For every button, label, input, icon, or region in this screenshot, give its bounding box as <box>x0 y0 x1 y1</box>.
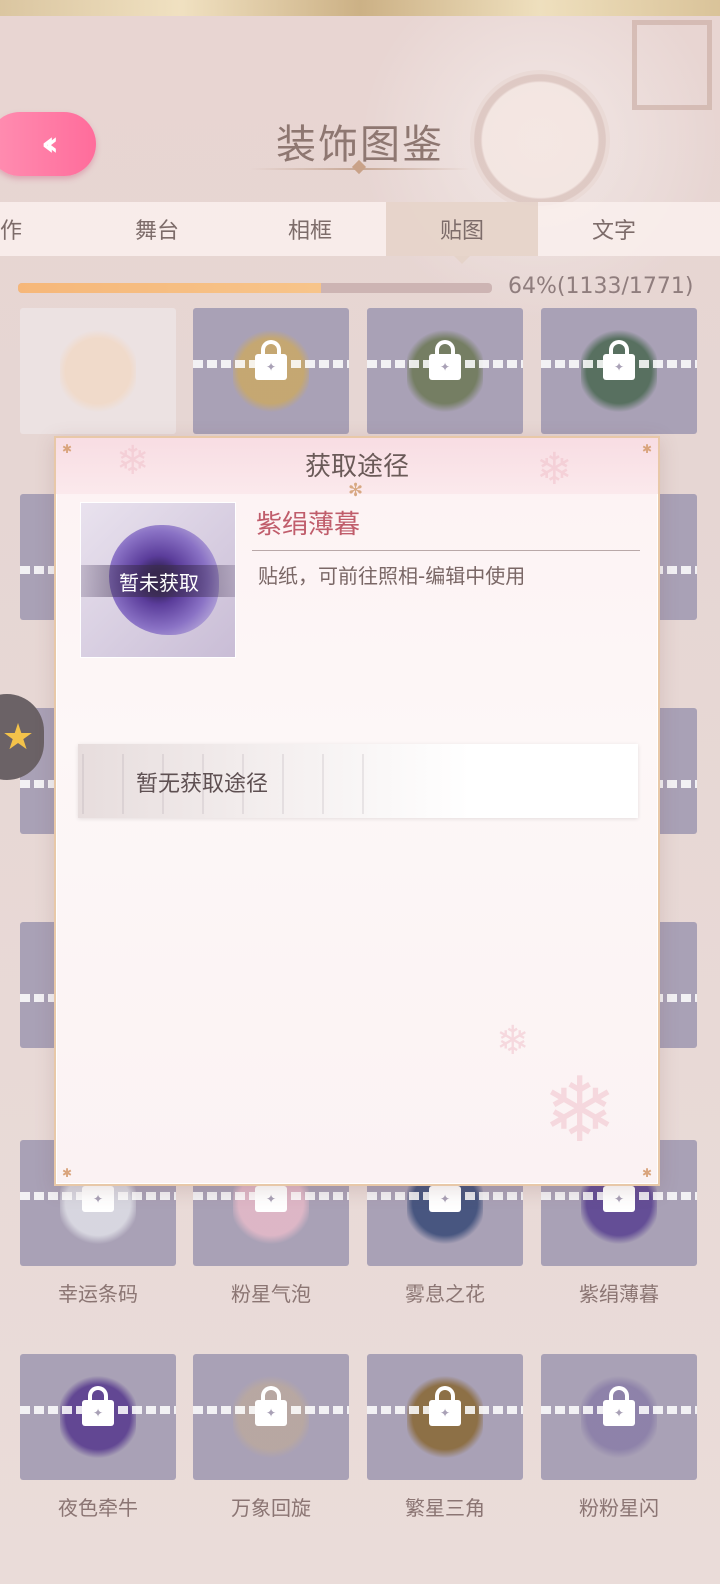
item-description: 贴纸，可前往照相-编辑中使用 <box>258 564 526 588</box>
item-thumbnail: 暂未获取 <box>80 502 236 658</box>
sticker-card[interactable]: ✦ <box>367 308 523 434</box>
top-ornament <box>0 0 720 16</box>
no-source-text: 暂无获取途径 <box>136 772 269 797</box>
acquisition-source-box: 暂无获取途径 <box>78 744 638 818</box>
wall-frame-decoration <box>632 20 712 110</box>
snowflake-icon: ❄ <box>496 1018 530 1064</box>
sticker-card[interactable]: ✦ <box>193 308 349 434</box>
lock-icon: ✦ <box>603 1386 635 1426</box>
progress-label: 64%(1133/1771) <box>508 274 694 299</box>
sticker-card[interactable]: ✦ <box>541 1354 697 1480</box>
tab-action[interactable]: 动作 <box>0 202 76 256</box>
sticker-name: 夜色牵牛 <box>58 1496 138 1520</box>
sticker-name: 粉粉星闪 <box>579 1496 659 1520</box>
lock-icon: ✦ <box>255 1386 287 1426</box>
sticker-art <box>60 326 136 416</box>
snowflake-icon: ❄ <box>542 1058 618 1163</box>
lock-icon: ✦ <box>603 340 635 380</box>
tab-stage[interactable]: 舞台 <box>81 202 233 256</box>
corner-ornament-icon: ✱ <box>641 1166 652 1180</box>
lock-icon: ✦ <box>429 1386 461 1426</box>
modal-title: 获取途径 <box>304 452 409 482</box>
lock-icon: ✦ <box>255 340 287 380</box>
sticker-card[interactable]: ✦ <box>541 308 697 434</box>
sticker-name: 幸运条码 <box>58 1282 138 1306</box>
sticker-name: 粉星气泡 <box>231 1282 311 1306</box>
sticker-card[interactable] <box>20 308 176 434</box>
lock-icon: ✦ <box>429 340 461 380</box>
category-tabs: 动作 舞台 相框 贴图 文字 <box>0 202 720 264</box>
tab-text[interactable]: 文字 <box>538 202 690 256</box>
name-divider <box>252 550 640 551</box>
tab-frame[interactable]: 相框 <box>234 202 386 256</box>
sticker-name: 繁星三角 <box>405 1496 485 1520</box>
status-banner: 暂未获取 <box>81 565 235 597</box>
star-icon: ★ <box>1 716 35 758</box>
sticker-name: 紫绢薄暮 <box>579 1282 659 1306</box>
acquisition-modal: ✱ ✱ ✱ ✱ ❄ ❄ ❄ ❄ 获取途径 ✻ 暂未获取 紫绢薄暮 贴纸，可前往照… <box>54 436 660 1186</box>
tab-sticker[interactable]: 贴图 <box>386 202 538 264</box>
sticker-card[interactable]: ✦ <box>20 1354 176 1480</box>
lock-icon: ✦ <box>82 1386 114 1426</box>
collection-progress-bar <box>18 283 492 293</box>
corner-ornament-icon: ✱ <box>62 1166 73 1180</box>
item-name: 紫绢薄暮 <box>256 510 361 540</box>
sticker-card[interactable]: ✦ <box>193 1354 349 1480</box>
progress-fill <box>18 283 322 293</box>
sticker-name: 雾息之花 <box>405 1282 485 1306</box>
snowflake-icon: ✻ <box>348 480 364 501</box>
sticker-name: 万象回旋 <box>231 1496 311 1520</box>
sticker-card[interactable]: ✦ <box>367 1354 523 1480</box>
